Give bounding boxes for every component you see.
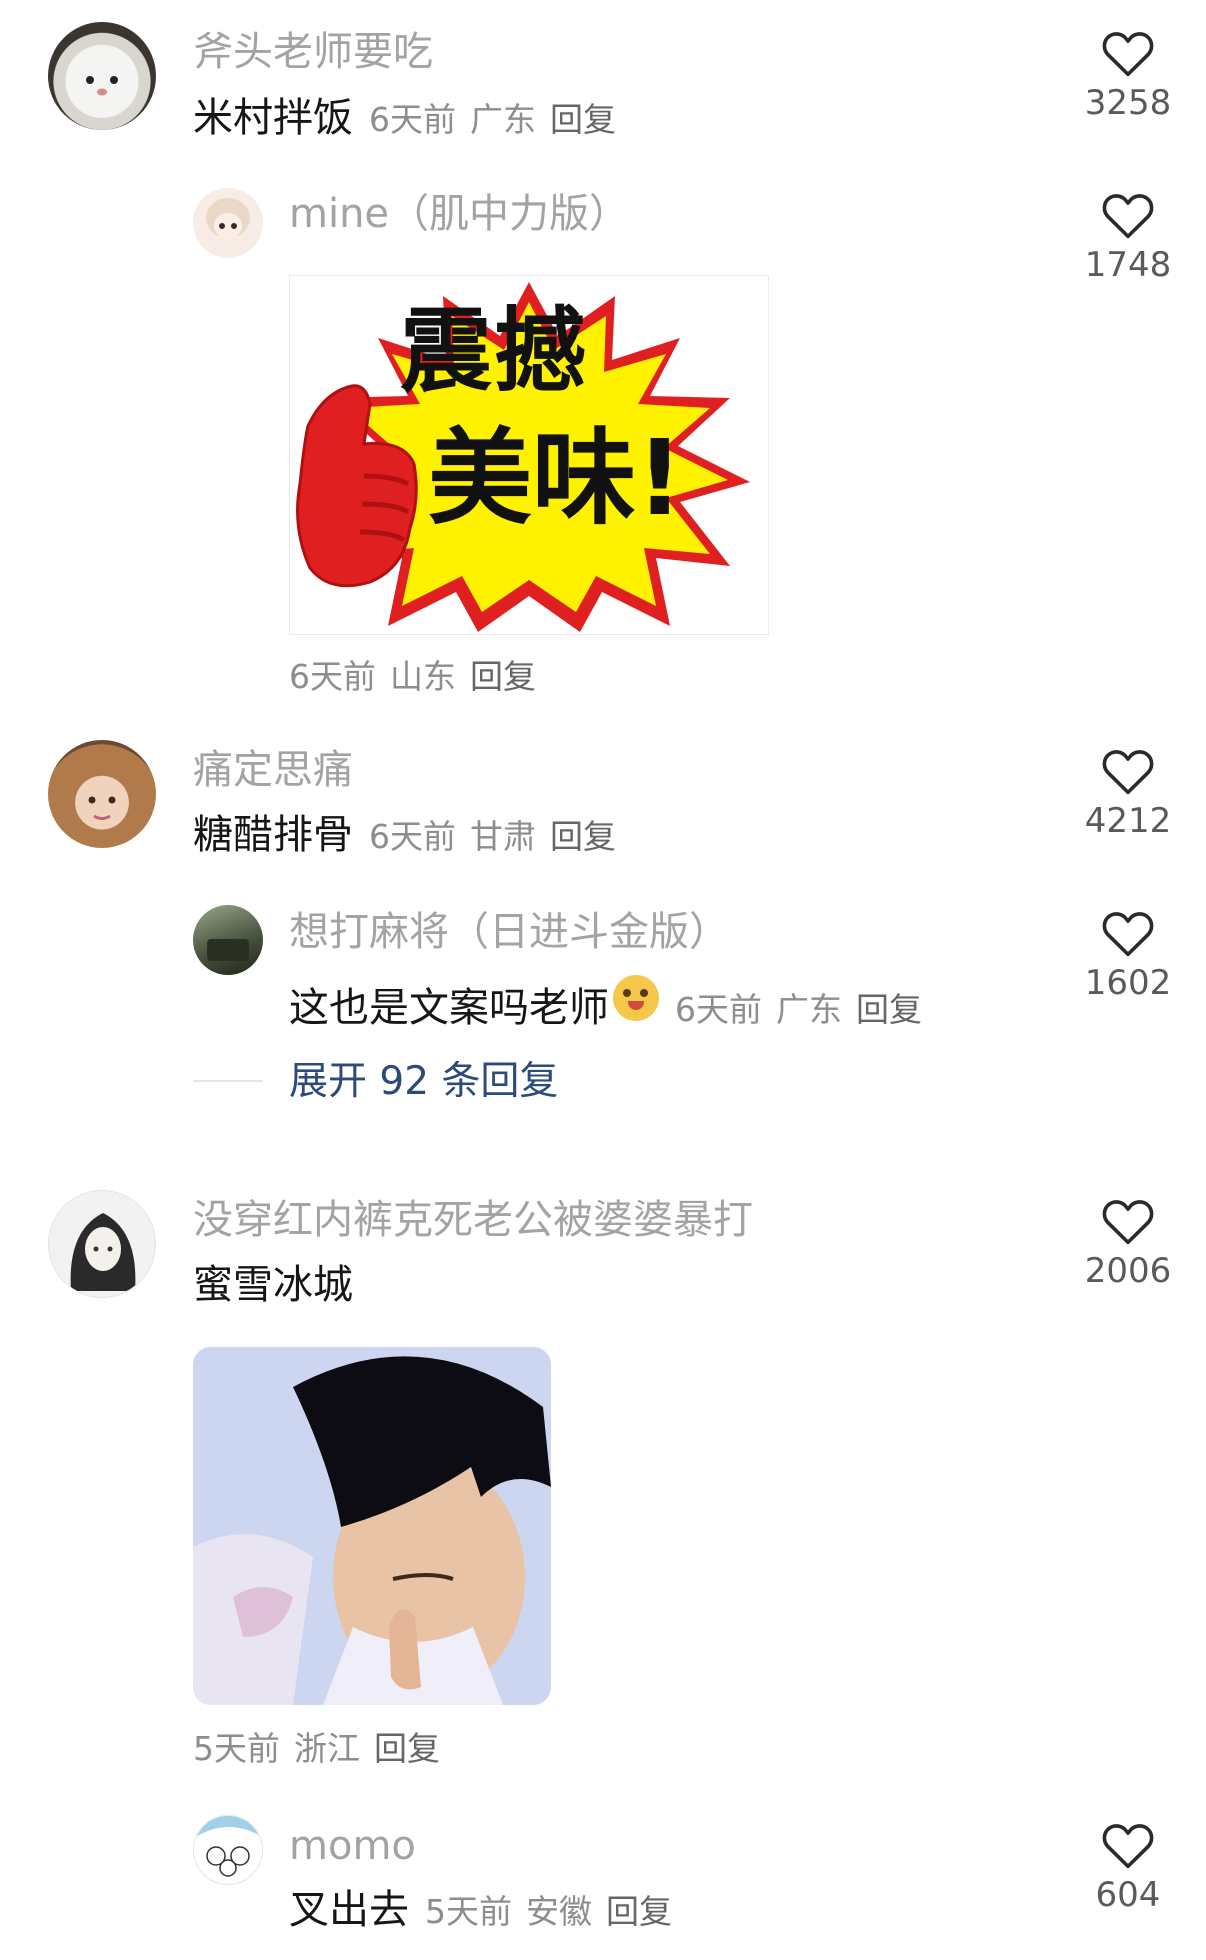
reply-button[interactable]: 回复 xyxy=(550,817,616,856)
reply-text: 叉出去 xyxy=(289,1887,409,1933)
like-button[interactable]: 4212 xyxy=(1068,746,1188,838)
comment-body: 蜜雪冰城 xyxy=(193,1265,353,1305)
cartoon-group-avatar-icon xyxy=(194,1816,262,1877)
expand-divider xyxy=(193,1080,263,1082)
comment-text: 蜜雪冰城 xyxy=(193,1262,353,1308)
like-count: 1602 xyxy=(1084,963,1172,1003)
heart-outline-icon xyxy=(1102,194,1154,239)
reply-location: 山东 xyxy=(390,657,456,696)
reply-username[interactable]: mine（肌中力版） xyxy=(289,194,629,234)
doll-avatar-icon xyxy=(206,198,250,239)
like-count: 604 xyxy=(1095,1875,1161,1915)
reply-username[interactable]: 想打麻将（日进斗金版） xyxy=(289,912,729,952)
heart-outline-icon xyxy=(1102,32,1154,77)
comment-username[interactable]: 斧头老师要吃 xyxy=(193,32,433,72)
comment-time: 5天前 xyxy=(193,1729,280,1768)
avatar[interactable] xyxy=(193,1815,263,1885)
reply-location: 安徽 xyxy=(526,1892,592,1931)
reply-meta: 6天前 山东 回复 xyxy=(289,660,550,693)
reply-button[interactable]: 回复 xyxy=(470,657,536,696)
like-count: 1748 xyxy=(1084,245,1172,285)
reply-time: 6天前 xyxy=(289,657,376,696)
heart-outline-icon xyxy=(1102,912,1154,957)
comment-username[interactable]: 没穿红内裤克死老公被婆婆暴打 xyxy=(193,1200,753,1240)
reply-body: 这也是文案吗老师 6天前 广东 回复 xyxy=(289,975,936,1028)
reply-username[interactable]: momo xyxy=(289,1826,416,1866)
like-button[interactable]: 604 xyxy=(1068,1820,1188,1912)
heart-outline-icon xyxy=(1102,750,1154,795)
reply-image-sticker[interactable]: 震撼 美味! xyxy=(289,275,769,635)
comment-image-photo[interactable] xyxy=(193,1347,551,1705)
like-count: 3258 xyxy=(1084,83,1172,123)
reply-button[interactable]: 回复 xyxy=(856,990,922,1029)
like-count: 2006 xyxy=(1084,1251,1172,1291)
girl-avatar-icon xyxy=(88,796,116,820)
comment-time: 6天前 xyxy=(369,817,456,856)
like-button[interactable]: 3258 xyxy=(1068,28,1188,120)
reply-button[interactable]: 回复 xyxy=(550,100,616,139)
reply-meta: 5天前 安徽 回复 xyxy=(425,1895,686,1928)
avatar[interactable] xyxy=(193,188,263,258)
dark-photo-avatar-icon xyxy=(207,939,249,961)
comment-text: 糖醋排骨 xyxy=(193,812,353,858)
comment-time: 6天前 xyxy=(369,100,456,139)
comment-meta: 5天前 浙江 回复 xyxy=(193,1732,454,1765)
comment-meta: 6天前 甘肃 回复 xyxy=(369,820,630,853)
comment-location: 广东 xyxy=(470,100,536,139)
smiling-face-emoji-icon xyxy=(613,975,659,1021)
avatar[interactable] xyxy=(48,740,156,848)
comment-username[interactable]: 痛定思痛 xyxy=(193,750,353,790)
like-button[interactable]: 2006 xyxy=(1068,1196,1188,1288)
reply-body: 叉出去 5天前 安徽 回复 xyxy=(289,1890,686,1930)
cat-avatar-icon xyxy=(86,76,118,96)
reply-button[interactable]: 回复 xyxy=(374,1729,440,1768)
reply-button[interactable]: 回复 xyxy=(606,1892,672,1931)
reply-meta: 6天前 广东 回复 xyxy=(675,993,936,1026)
avatar[interactable] xyxy=(48,22,156,130)
reply-location: 广东 xyxy=(776,990,842,1029)
sticker-text-bottom: 美味! xyxy=(428,417,684,539)
sticker-text-top: 震撼 xyxy=(400,298,589,405)
avatar[interactable] xyxy=(48,1190,156,1298)
comment-location: 甘肃 xyxy=(470,817,536,856)
like-button[interactable]: 1602 xyxy=(1068,908,1188,1000)
expand-replies-button[interactable]: 展开 92 条回复 xyxy=(289,1062,558,1101)
reply-text: 这也是文案吗老师 xyxy=(289,985,609,1031)
reply-time: 5天前 xyxy=(425,1892,512,1931)
like-count: 4212 xyxy=(1084,801,1172,841)
anime-girl-avatar-icon xyxy=(70,1213,136,1291)
heart-outline-icon xyxy=(1102,1824,1154,1869)
avatar[interactable] xyxy=(193,905,263,975)
reply-time: 6天前 xyxy=(675,990,762,1029)
comment-body: 米村拌饭 6天前 广东 回复 xyxy=(193,98,630,138)
comment-meta: 6天前 广东 回复 xyxy=(369,103,630,136)
like-button[interactable]: 1748 xyxy=(1068,190,1188,282)
comment-location: 浙江 xyxy=(294,1729,360,1768)
selfie-photo-image xyxy=(193,1347,551,1705)
heart-outline-icon xyxy=(1102,1200,1154,1245)
comment-text: 米村拌饭 xyxy=(193,95,353,141)
comment-body: 糖醋排骨 6天前 甘肃 回复 xyxy=(193,815,630,855)
